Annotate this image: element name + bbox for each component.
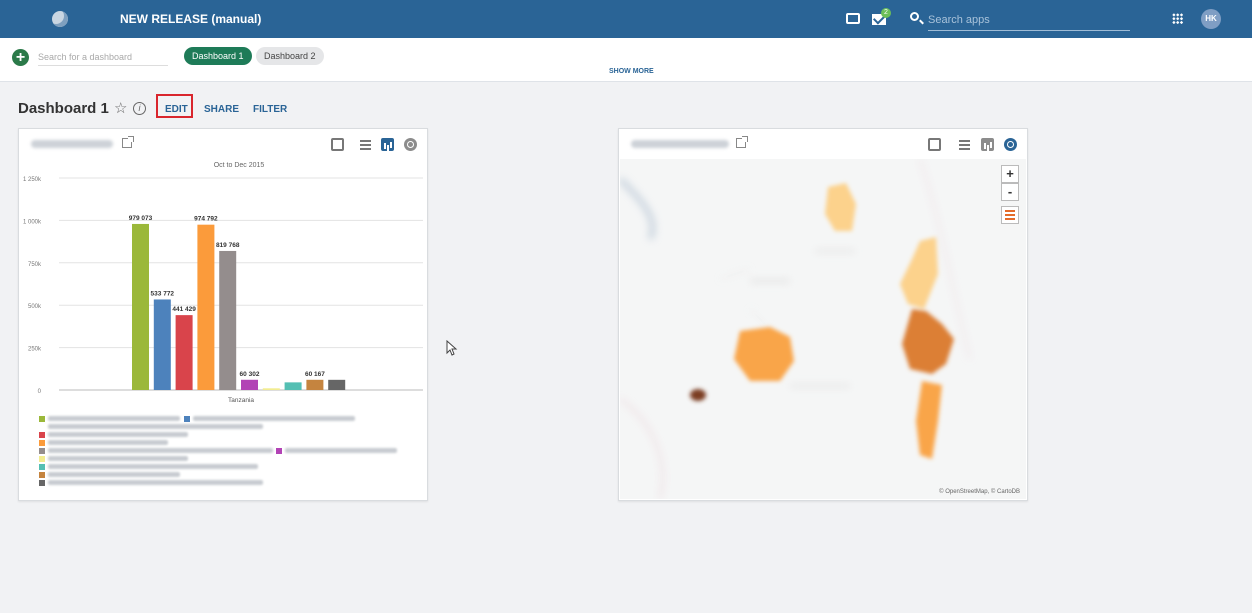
app-title: NEW RELEASE (manual) xyxy=(120,12,262,26)
tab-dashboard-2[interactable]: Dashboard 2 xyxy=(256,47,324,65)
data-label: 533 772 xyxy=(151,290,175,297)
y-tick-label: 1 250k xyxy=(23,177,42,183)
bar xyxy=(262,388,280,390)
search-icon xyxy=(910,12,919,21)
interpretations-icon[interactable] xyxy=(331,138,344,151)
bar xyxy=(328,379,346,390)
chart-view-icon[interactable] xyxy=(981,138,994,151)
chart-subtitle: Oct to Dec 2015 xyxy=(214,162,265,169)
bar xyxy=(132,223,149,390)
y-tick-label: 250k xyxy=(28,347,42,353)
map-attribution: © OpenStreetMap, © CartoDB xyxy=(939,489,1020,495)
bar xyxy=(175,315,193,390)
mouse-cursor-icon xyxy=(446,340,458,356)
bar-chart: 0 250k 500k 750k 1 000k 1 250k Oct to Dec 2015… xyxy=(23,162,423,404)
dashboard-search-input[interactable] xyxy=(38,49,168,66)
chart-card: 0 250k 500k 750k 1 000k 1 250k Oct to Dec 2015… xyxy=(18,128,428,501)
interpretations-icon[interactable] xyxy=(928,138,941,151)
app-header: NEW RELEASE (manual) 2 HK xyxy=(0,0,1252,38)
zoom-in-button[interactable]: + xyxy=(1001,165,1019,183)
bar xyxy=(197,224,215,390)
tab-dashboard-1[interactable]: Dashboard 1 xyxy=(184,47,252,65)
map-view-icon[interactable] xyxy=(404,138,417,151)
data-label: 819 768 xyxy=(216,242,240,249)
data-label: 441 429 xyxy=(172,306,196,313)
user-avatar[interactable]: HK xyxy=(1201,9,1221,29)
show-more-button[interactable]: SHOW MORE xyxy=(609,68,654,75)
bar xyxy=(241,379,258,390)
chart-view-icon[interactable] xyxy=(381,138,394,151)
map-canvas xyxy=(620,159,971,499)
bar xyxy=(153,299,171,390)
filter-button[interactable]: FILTER xyxy=(253,104,287,115)
interpretations-icon[interactable] xyxy=(846,13,860,24)
bar xyxy=(219,250,237,390)
thematic-map[interactable]: + - © OpenStreetMap, © CartoDB xyxy=(620,159,1026,499)
share-button[interactable]: SHARE xyxy=(204,104,239,115)
apps-grid-icon[interactable] xyxy=(1172,13,1183,24)
open-external-icon[interactable] xyxy=(122,136,134,148)
open-external-icon[interactable] xyxy=(736,136,748,148)
y-tick-label: 0 xyxy=(38,389,42,395)
add-dashboard-button[interactable]: + xyxy=(12,49,29,66)
search-apps-input[interactable] xyxy=(928,10,1130,31)
star-icon[interactable]: ☆ xyxy=(114,99,127,117)
edit-button[interactable]: EDIT xyxy=(165,104,188,115)
app-logo[interactable] xyxy=(52,11,68,27)
y-tick-label: 1 000k xyxy=(23,219,42,225)
map-legend-button[interactable] xyxy=(1001,206,1019,224)
map-card: + - © OpenStreetMap, © CartoDB xyxy=(618,128,1028,501)
dashboard-bar: + Dashboard 1 Dashboard 2 SHOW MORE xyxy=(0,38,1252,82)
table-view-icon[interactable] xyxy=(959,140,970,150)
table-view-icon[interactable] xyxy=(360,140,371,150)
y-tick-label: 500k xyxy=(28,304,42,310)
data-label: 974 792 xyxy=(194,216,218,223)
data-label: 60 167 xyxy=(305,371,325,378)
x-category-label: Tanzania xyxy=(228,397,254,404)
info-icon[interactable]: i xyxy=(133,102,146,115)
chart-card-title xyxy=(31,140,113,148)
data-label: 60 302 xyxy=(240,371,260,378)
map-card-title xyxy=(631,140,729,148)
map-view-icon[interactable] xyxy=(1004,138,1017,151)
y-tick-label: 750k xyxy=(28,262,42,268)
dashboard-title: Dashboard 1 xyxy=(18,100,109,117)
bar xyxy=(306,379,324,390)
messages-badge: 2 xyxy=(881,8,891,18)
zoom-out-button[interactable]: - xyxy=(1001,183,1019,201)
data-label: 979 073 xyxy=(129,215,153,222)
bar xyxy=(284,382,302,390)
